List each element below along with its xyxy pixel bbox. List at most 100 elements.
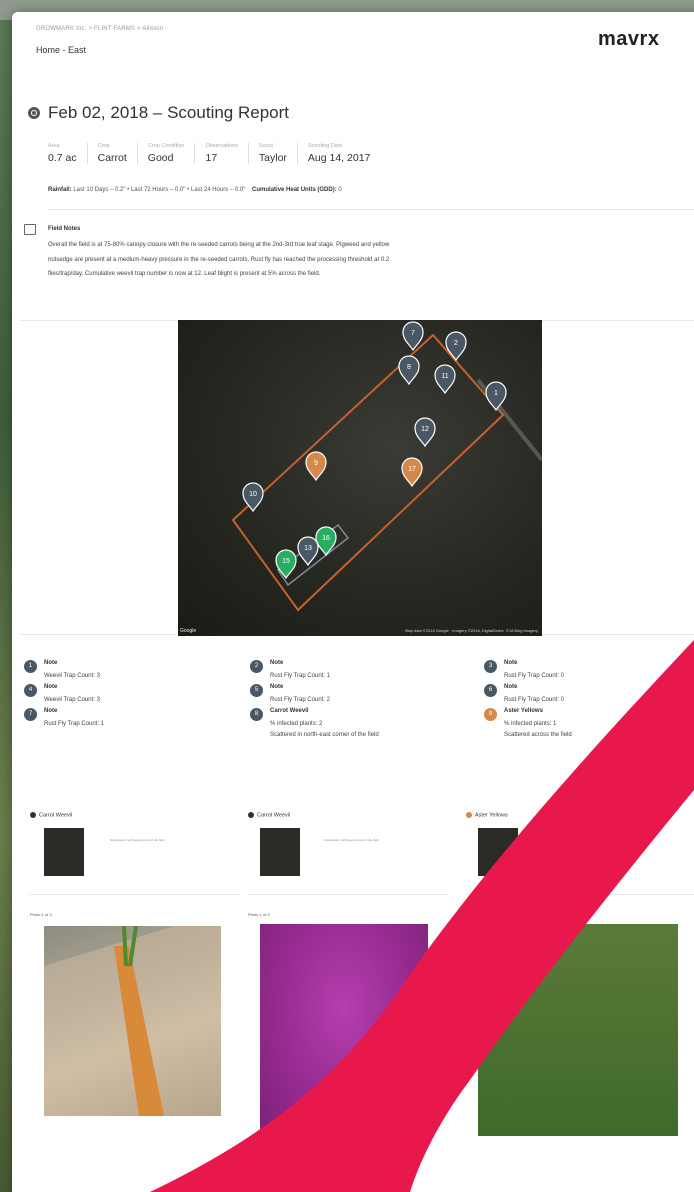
observation-card: Aster Yellows Scattered across the field… xyxy=(466,812,694,1142)
map-pin[interactable]: 2 xyxy=(445,331,467,362)
field-notes-body: Overall the field is at 75-80% canopy cl… xyxy=(48,238,648,282)
observation-title: Note xyxy=(504,660,518,666)
observation-detail-line: Weevil Trap Count: 3 xyxy=(44,697,100,703)
card-caption: Scattered in north-east corner of the fi… xyxy=(324,838,379,842)
stat-label: Crop Condition xyxy=(147,143,185,149)
report-title-row: Feb 02, 2018 – Scouting Report xyxy=(28,103,289,123)
observation-detail: Rust Fly Trap Count: 0 xyxy=(504,695,564,706)
card-title-text: Aster Yellows xyxy=(475,812,508,819)
field-map[interactable]: 7 2 8 11 1 12 9 17 10 16 13 15 Google Map data ©201… xyxy=(178,320,542,636)
rainfall-values: Last 10 Days – 0.2" • Last 72 Hours – 0.… xyxy=(73,187,246,193)
stat-observations: Observations 17 xyxy=(194,143,247,164)
observation-number-badge: 8 xyxy=(250,708,263,721)
card-caption: Scattered in north-east corner of the fi… xyxy=(110,838,165,842)
map-pin[interactable]: 16 xyxy=(315,526,337,557)
observation-detail-line: Scattered in north-east corner of the fi… xyxy=(270,732,379,738)
card-title: Carrot Weevil xyxy=(248,812,290,818)
map-pin[interactable]: 8 xyxy=(398,355,420,386)
stat-value: 17 xyxy=(205,152,218,164)
map-pin[interactable]: 1 xyxy=(485,381,507,412)
carrot-photo xyxy=(44,926,221,1116)
stat-value: Taylor xyxy=(258,152,287,164)
field-notes-line: nutsedge are present at a medium-heavy p… xyxy=(48,256,390,263)
observation-detail-line: Rust Fly Trap Count: 1 xyxy=(44,721,105,727)
map-pin-label: 2 xyxy=(454,340,458,347)
map-pin-label: 15 xyxy=(282,558,290,565)
observation-detail: Rust Fly Trap Count: 0 xyxy=(504,671,564,682)
stat-value: Carrot xyxy=(97,152,127,164)
map-credit: Map data ©2018 Google · Imagery ©2018, D… xyxy=(405,628,538,633)
map-pin-label: 7 xyxy=(411,330,415,337)
map-pin[interactable]: 12 xyxy=(414,417,436,448)
rainfall-label: Rainfall: xyxy=(48,187,72,193)
observation-detail: Rust Fly Trap Count: 1 xyxy=(44,719,104,730)
observation-title: Note xyxy=(44,684,58,690)
photo-label: Photo 1 of 1 xyxy=(466,912,488,917)
card-title: Aster Yellows xyxy=(466,812,508,818)
marker-icon xyxy=(248,812,254,818)
card-divider xyxy=(466,894,694,895)
map-thumbnail xyxy=(44,828,84,876)
stat-value: 0.7 ac xyxy=(48,152,77,164)
observation-detail: Rust Fly Trap Count: 1 xyxy=(270,671,330,682)
photo[interactable] xyxy=(260,924,428,1136)
observation-detail-line: Rust Fly Trap Count: 2 xyxy=(270,697,331,703)
map-pin[interactable]: 13 xyxy=(297,536,319,567)
observation-card: Carrot Weevil Scattered in north-east co… xyxy=(248,812,448,1142)
observation-title: Note xyxy=(44,708,58,714)
search-icon xyxy=(28,107,40,119)
observation-detail-line: Rust Fly Trap Count: 0 xyxy=(504,673,565,679)
observation-detail: Rust Fly Trap Count: 2 xyxy=(270,695,330,706)
field-name: Home - East xyxy=(36,45,87,55)
map-pin-label: 8 xyxy=(407,364,411,371)
photo-label: Photo 1 of 3 xyxy=(30,912,52,917)
stat-crop: Crop Carrot xyxy=(86,143,137,164)
map-pin[interactable]: 11 xyxy=(434,364,456,395)
observation-number-badge: 7 xyxy=(24,708,37,721)
field-notes-title: Field Notes xyxy=(48,226,81,232)
map-pin[interactable]: 17 xyxy=(401,457,423,488)
observation-detail-line: % infected plants: 1 xyxy=(504,721,557,727)
map-pin-label: 16 xyxy=(322,535,330,542)
map-pin[interactable]: 9 xyxy=(305,451,327,482)
map-pin-label: 13 xyxy=(304,545,312,552)
card-divider xyxy=(30,894,240,895)
photo[interactable] xyxy=(478,924,678,1136)
observation-title: Aster Yellows xyxy=(504,708,543,714)
observation-detail: Weevil Trap Count: 3 xyxy=(44,695,100,706)
stat-label: Observations xyxy=(205,143,238,149)
stat-crop-condition: Crop Condition Good xyxy=(136,143,195,164)
card-title-text: Carrot Weevil xyxy=(39,812,73,819)
card-caption: Scattered across the field xyxy=(542,838,576,842)
observation-detail-line: Scattered across the field xyxy=(504,732,572,738)
breadcrumb[interactable]: GROWMARK Inc. > FLINT FARMS > Alliston xyxy=(36,26,163,32)
carrot-leaf xyxy=(122,926,128,967)
observation-title: Carrot Weevil xyxy=(270,708,309,714)
stat-label: Scouting Date xyxy=(307,143,343,149)
marker-icon xyxy=(30,812,36,818)
gdd-value: 0 xyxy=(338,187,342,193)
map-pin-label: 17 xyxy=(408,466,416,473)
map-pin-label: 11 xyxy=(441,373,448,380)
stat-area: Area 0.7 ac xyxy=(48,143,87,164)
observation-number-badge: 4 xyxy=(24,684,37,697)
google-label: Google xyxy=(180,628,197,634)
observation-detail-line: Rust Fly Trap Count: 1 xyxy=(270,673,331,679)
map-pin[interactable]: 15 xyxy=(275,549,297,580)
stat-value: Good xyxy=(147,152,174,164)
map-pin-label: 10 xyxy=(249,491,257,498)
field-stats: Area 0.7 ac Crop Carrot Crop Condition G… xyxy=(48,143,380,164)
map-thumbnail xyxy=(478,828,518,876)
observation-card: Carrot Weevil Scattered in north-east co… xyxy=(30,812,240,1142)
field-boundary xyxy=(231,333,505,612)
observation-detail: % infected plants: 2 Scattered in north-e… xyxy=(270,719,379,741)
map-pin-label: 12 xyxy=(421,426,429,433)
card-title: Carrot Weevil xyxy=(30,812,72,818)
field-notes-line: flies/trap/day. Cumulative weevil trap n… xyxy=(48,271,321,277)
observation-title: Note xyxy=(44,660,58,666)
photo[interactable] xyxy=(44,926,221,1116)
observation-number-badge: 1 xyxy=(24,660,37,673)
mavrx-logo: mavrx xyxy=(598,28,660,50)
card-title-text: Carrot Weevil xyxy=(257,812,291,819)
observation-title: Note xyxy=(504,684,518,690)
